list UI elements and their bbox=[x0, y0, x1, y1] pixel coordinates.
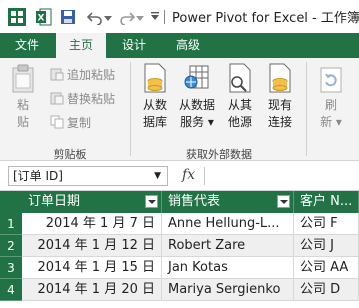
replace-paste-icon bbox=[50, 91, 64, 105]
tab-advanced[interactable]: 高级 bbox=[162, 33, 214, 58]
window-title: Power Pivot for Excel - 工作簿1 bbox=[172, 11, 359, 26]
cell-order-date[interactable]: 2014 年 1 月 12 日 bbox=[22, 235, 162, 257]
copy-label: 复制 bbox=[67, 116, 92, 130]
refresh-button[interactable]: 刷 新 ▾ bbox=[314, 66, 348, 131]
function-icon[interactable]: fx bbox=[182, 167, 195, 183]
cell-order-date[interactable]: 2014 年 1 月 15 日 bbox=[22, 257, 162, 279]
refresh-label-2: 新 ▾ bbox=[320, 115, 342, 129]
external-data-group-label: 获取外部数据 bbox=[186, 148, 252, 161]
title-bar: X Power Pivot for Excel - 工作簿1 bbox=[0, 0, 359, 33]
copy-icon bbox=[50, 115, 64, 129]
row-header[interactable]: 4 bbox=[0, 279, 22, 301]
name-box-dropdown-icon[interactable]: ▼ bbox=[154, 167, 161, 185]
from-other-sources-label-1: 从其 bbox=[227, 98, 252, 112]
customize-toolbar-icon[interactable] bbox=[150, 10, 160, 24]
formula-bar: [订单 ID] ▼ fx bbox=[0, 161, 359, 191]
clipboard-group-label: 剪贴板 bbox=[53, 148, 87, 161]
cell-customer[interactable]: 公司 AA bbox=[294, 257, 359, 279]
data-service-icon bbox=[182, 65, 212, 97]
column-header-label: 客户 N... bbox=[300, 194, 353, 209]
cell-sales-rep[interactable]: Jan Kotas bbox=[162, 257, 294, 279]
redo-dropdown-icon[interactable] bbox=[136, 11, 144, 25]
paste-label-2: 贴 bbox=[16, 115, 29, 129]
column-header-label: 销售代表 bbox=[168, 194, 221, 209]
paste-button[interactable]: 粘 贴 bbox=[6, 64, 40, 131]
cell-customer[interactable]: 公司 F bbox=[294, 213, 359, 235]
cell-order-date[interactable]: 2014 年 1 月 20 日 bbox=[22, 279, 162, 301]
undo-dropdown-icon[interactable] bbox=[104, 11, 112, 25]
group-separator bbox=[306, 62, 307, 156]
ribbon: 粘 贴 追加粘贴 替换粘贴 复制 剪贴板 从数 据库 从数据 服务 ▾ 从其 他… bbox=[0, 58, 359, 161]
save-icon[interactable] bbox=[60, 9, 76, 25]
group-separator bbox=[130, 62, 131, 156]
append-paste-icon bbox=[50, 67, 64, 81]
svg-text:X: X bbox=[38, 14, 45, 24]
from-other-sources-label-2: 他源 bbox=[227, 115, 252, 129]
existing-connections-label-1: 现有 bbox=[267, 98, 292, 112]
redo-icon[interactable] bbox=[118, 9, 136, 28]
existing-connections-icon bbox=[266, 63, 294, 97]
column-header-order-date[interactable]: 订单日期 bbox=[22, 191, 162, 213]
replace-paste-label: 替换粘贴 bbox=[67, 92, 116, 106]
name-box[interactable]: [订单 ID] ▼ bbox=[8, 166, 168, 186]
append-paste-button[interactable]: 追加粘贴 bbox=[50, 66, 115, 84]
tab-home[interactable]: 主页 bbox=[56, 33, 106, 58]
cell-order-date[interactable]: 2014 年 1 月 7 日 bbox=[22, 213, 162, 235]
copy-button[interactable]: 复制 bbox=[50, 114, 91, 132]
tab-file[interactable]: 文件 bbox=[0, 33, 54, 58]
existing-connections-button[interactable]: 现有 连接 bbox=[262, 62, 298, 131]
excel-switch-icon[interactable]: X bbox=[36, 8, 52, 26]
existing-connections-label-2: 连接 bbox=[267, 115, 292, 129]
from-data-service-button[interactable]: 从数据 服务 ▾ bbox=[174, 62, 220, 131]
database-icon bbox=[141, 63, 169, 97]
name-box-value: [订单 ID] bbox=[13, 169, 63, 183]
refresh-icon bbox=[318, 67, 344, 97]
cell-sales-rep[interactable]: Robert Zare bbox=[162, 235, 294, 257]
paste-label-1: 粘 bbox=[16, 98, 29, 112]
refresh-label-1: 刷 bbox=[324, 98, 337, 112]
select-all-corner[interactable] bbox=[0, 191, 22, 213]
from-database-label-1: 从数 bbox=[142, 98, 167, 112]
clipboard-icon bbox=[10, 64, 36, 97]
from-data-service-label-2: 服务 ▾ bbox=[180, 115, 214, 129]
cell-customer[interactable]: 公司 J bbox=[294, 235, 359, 257]
column-header-customer[interactable]: 客户 N... bbox=[294, 191, 359, 213]
row-header[interactable]: 2 bbox=[0, 235, 22, 257]
power-pivot-app-icon[interactable] bbox=[8, 8, 26, 26]
column-header-sales-rep[interactable]: 销售代表 bbox=[162, 191, 294, 213]
row-header[interactable]: 3 bbox=[0, 257, 22, 279]
ribbon-tabs: 文件 主页 设计 高级 bbox=[0, 33, 359, 58]
cell-sales-rep[interactable]: Mariya Sergienko bbox=[162, 279, 294, 301]
filter-dropdown-icon[interactable] bbox=[145, 195, 158, 208]
column-header-label: 订单日期 bbox=[28, 194, 81, 209]
row-header[interactable]: 1 bbox=[0, 213, 22, 235]
cell-sales-rep[interactable]: Anne Hellung-L... bbox=[162, 213, 294, 235]
formula-separator bbox=[204, 167, 205, 185]
from-database-label-2: 据库 bbox=[142, 115, 167, 129]
data-grid: 订单日期 销售代表 客户 N... 1 2014 年 1 月 7 日 Anne … bbox=[0, 191, 359, 308]
append-paste-label: 追加粘贴 bbox=[67, 68, 116, 82]
cell-customer[interactable]: 公司 D bbox=[294, 279, 359, 301]
filter-dropdown-icon[interactable] bbox=[277, 195, 290, 208]
title-separator bbox=[164, 10, 165, 24]
from-database-button[interactable]: 从数 据库 bbox=[136, 62, 174, 131]
undo-icon[interactable] bbox=[86, 9, 104, 28]
from-data-service-label-1: 从数据 bbox=[178, 98, 215, 112]
replace-paste-button[interactable]: 替换粘贴 bbox=[50, 90, 115, 108]
tab-design[interactable]: 设计 bbox=[112, 33, 156, 58]
other-sources-icon bbox=[226, 63, 254, 97]
from-other-sources-button[interactable]: 从其 他源 bbox=[222, 62, 258, 131]
